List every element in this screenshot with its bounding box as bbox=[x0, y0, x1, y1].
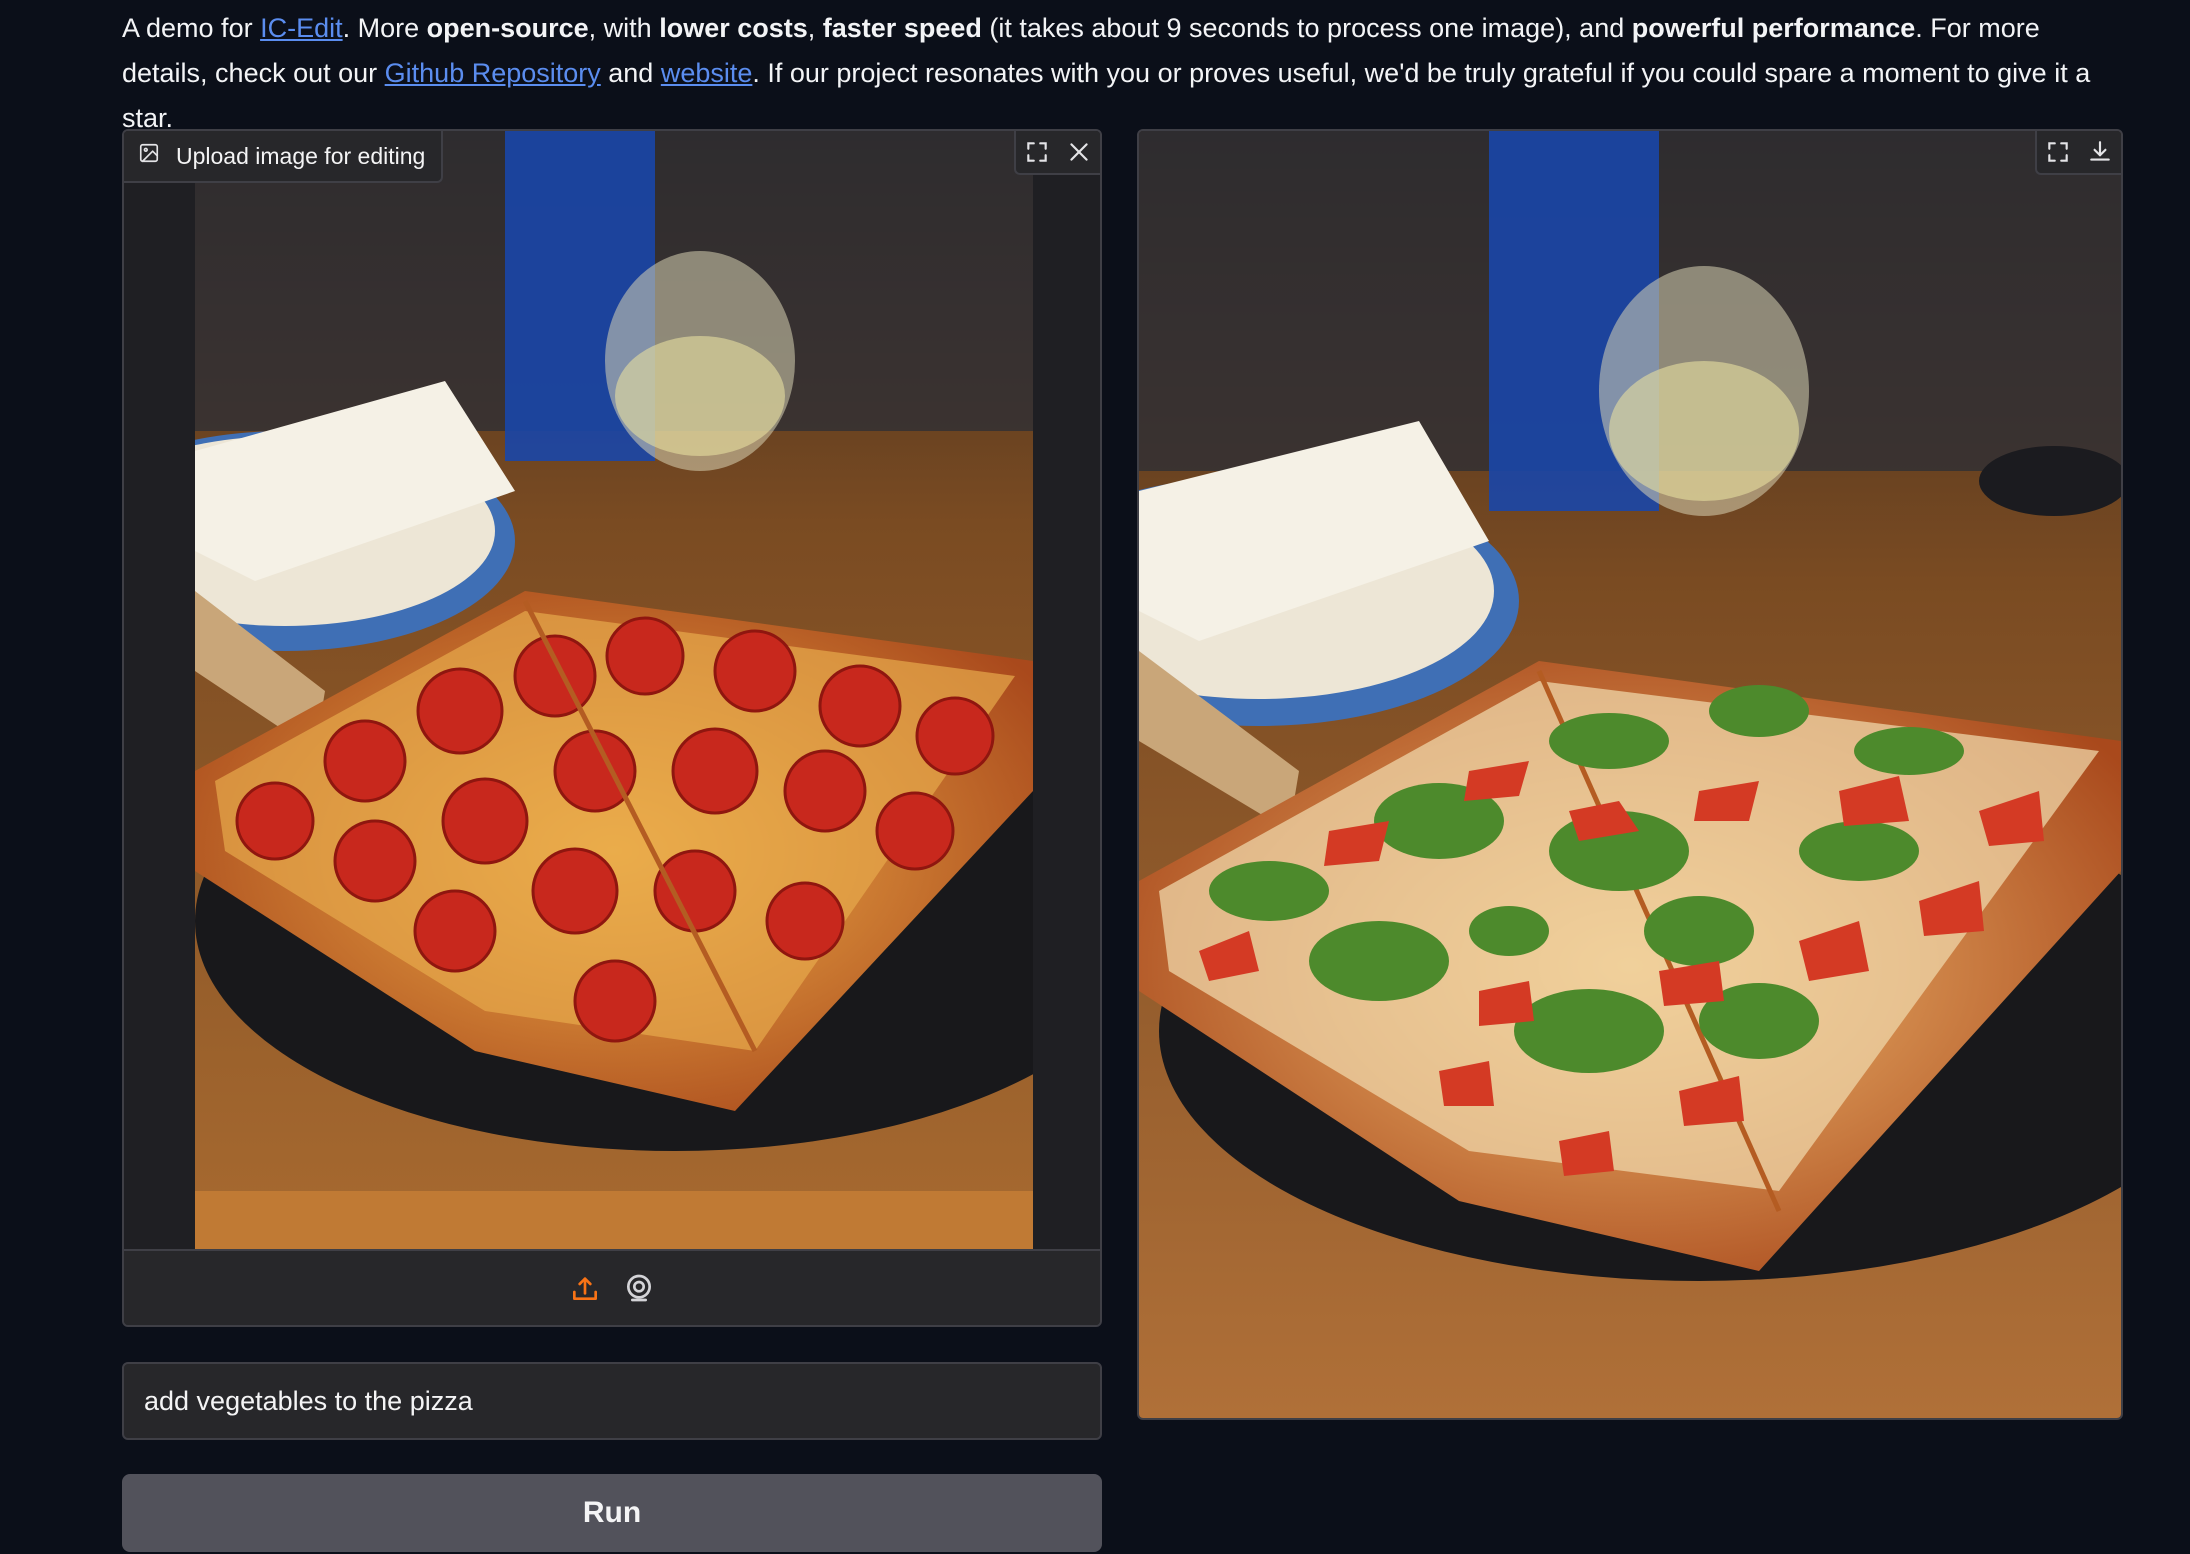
fullscreen-icon[interactable] bbox=[1016, 131, 1058, 173]
intro-text-part: and bbox=[600, 58, 661, 88]
input-image-panel: Upload image for editing bbox=[122, 129, 1102, 1327]
intro-bold-lower-costs: lower costs bbox=[659, 13, 808, 43]
input-image-toolbar bbox=[1014, 131, 1100, 175]
intro-bold-powerful: powerful performance bbox=[1631, 13, 1916, 43]
input-image-source-bar bbox=[124, 1249, 1100, 1325]
ic-edit-link[interactable]: IC-Edit bbox=[260, 13, 343, 43]
intro-text-part: , with bbox=[588, 13, 660, 43]
github-repository-link[interactable]: Github Repository bbox=[385, 58, 601, 88]
intro-text-part: , bbox=[807, 13, 823, 43]
prompt-field bbox=[122, 1362, 1102, 1440]
intro-text-part: . More bbox=[342, 13, 427, 43]
intro-bold-faster-speed: faster speed bbox=[822, 13, 982, 43]
intro-text-part: A demo for bbox=[122, 13, 261, 43]
output-image-toolbar bbox=[2035, 131, 2121, 175]
output-image-panel bbox=[1137, 129, 2123, 1420]
website-link[interactable]: website bbox=[661, 58, 753, 88]
image-icon bbox=[138, 142, 160, 170]
webcam-icon[interactable] bbox=[623, 1272, 655, 1309]
close-icon[interactable] bbox=[1058, 131, 1100, 173]
input-image-stage: Upload image for editing bbox=[124, 131, 1100, 1249]
run-button[interactable]: Run bbox=[122, 1474, 1102, 1552]
intro-text-part: (it takes about 9 seconds to process one… bbox=[981, 13, 1632, 43]
download-icon[interactable] bbox=[2079, 131, 2121, 173]
upload-image-label: Upload image for editing bbox=[124, 131, 444, 183]
prompt-input[interactable] bbox=[124, 1364, 1100, 1438]
fullscreen-icon[interactable] bbox=[2037, 131, 2079, 173]
upload-image-label-text: Upload image for editing bbox=[176, 142, 426, 169]
intro-bold-open-source: open-source bbox=[426, 13, 589, 43]
input-pizza-image bbox=[195, 131, 1033, 1249]
upload-icon[interactable] bbox=[569, 1272, 601, 1309]
intro-text: A demo for IC-Edit. More open-source, wi… bbox=[122, 6, 2122, 141]
output-pizza-image bbox=[1139, 131, 2121, 1418]
